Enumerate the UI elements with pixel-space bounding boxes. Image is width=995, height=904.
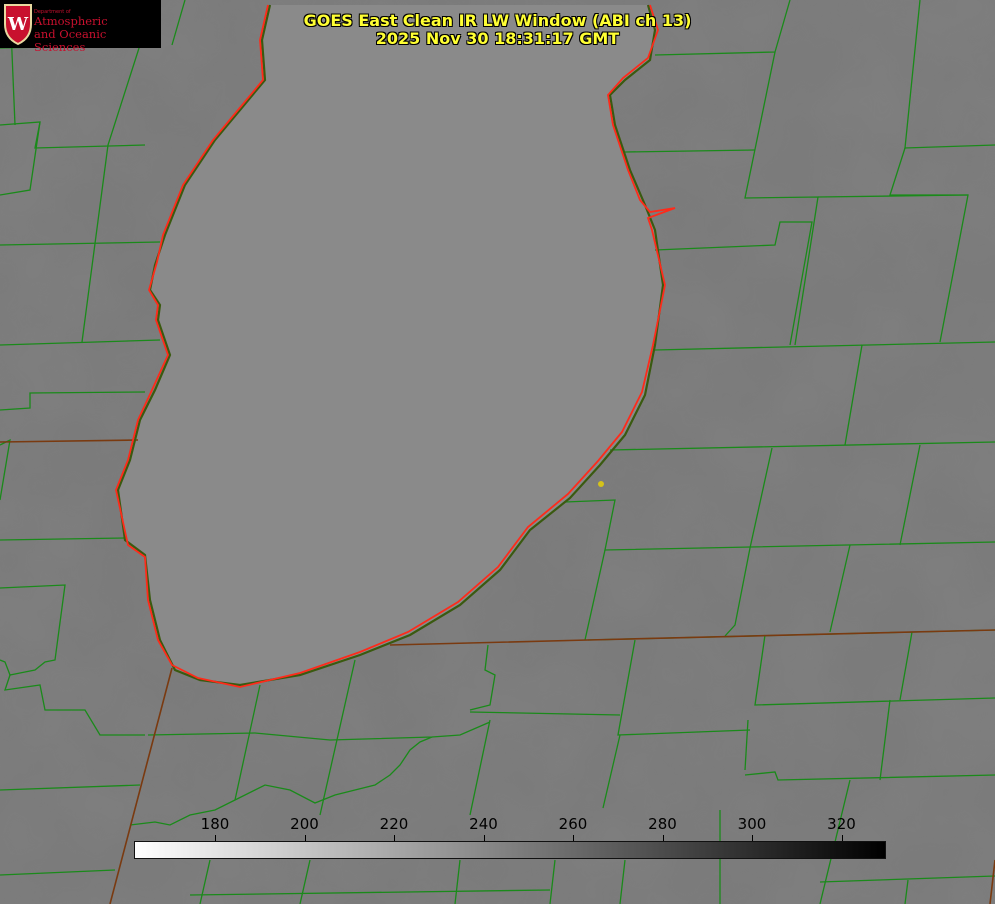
satellite-map (0, 0, 995, 904)
colorbar-tick-label: 300 (737, 815, 767, 833)
colorbar-tick-mark (483, 835, 485, 841)
colorbar-tick-mark (662, 835, 664, 841)
colorbar-tick-label: 280 (648, 815, 677, 833)
colorbar-tick-label: 240 (469, 815, 498, 833)
colorbar-tick-mark (573, 835, 574, 841)
title-line2: 2025 Nov 30 18:31:17 GMT (375, 29, 620, 48)
colorbar-tick-label: 320 (827, 815, 856, 833)
colorbar-tick-mark (394, 835, 395, 841)
image-title: GOES East Clean IR LW Window (ABI ch 13)… (0, 12, 995, 48)
colorbar-tick-mark (752, 835, 753, 841)
location-marker (598, 481, 604, 487)
colorbar-tick-label: 180 (200, 815, 230, 833)
colorbar-tick-mark (304, 835, 306, 841)
colorbar (134, 841, 886, 859)
colorbar-tick-label: 220 (379, 815, 409, 833)
colorbar-tick-mark (215, 835, 216, 841)
colorbar-tick-mark (841, 835, 843, 841)
title-line1: GOES East Clean IR LW Window (ABI ch 13) (303, 11, 692, 30)
colorbar-tick-label: 200 (290, 815, 319, 833)
colorbar-tick-label: 260 (558, 815, 588, 833)
